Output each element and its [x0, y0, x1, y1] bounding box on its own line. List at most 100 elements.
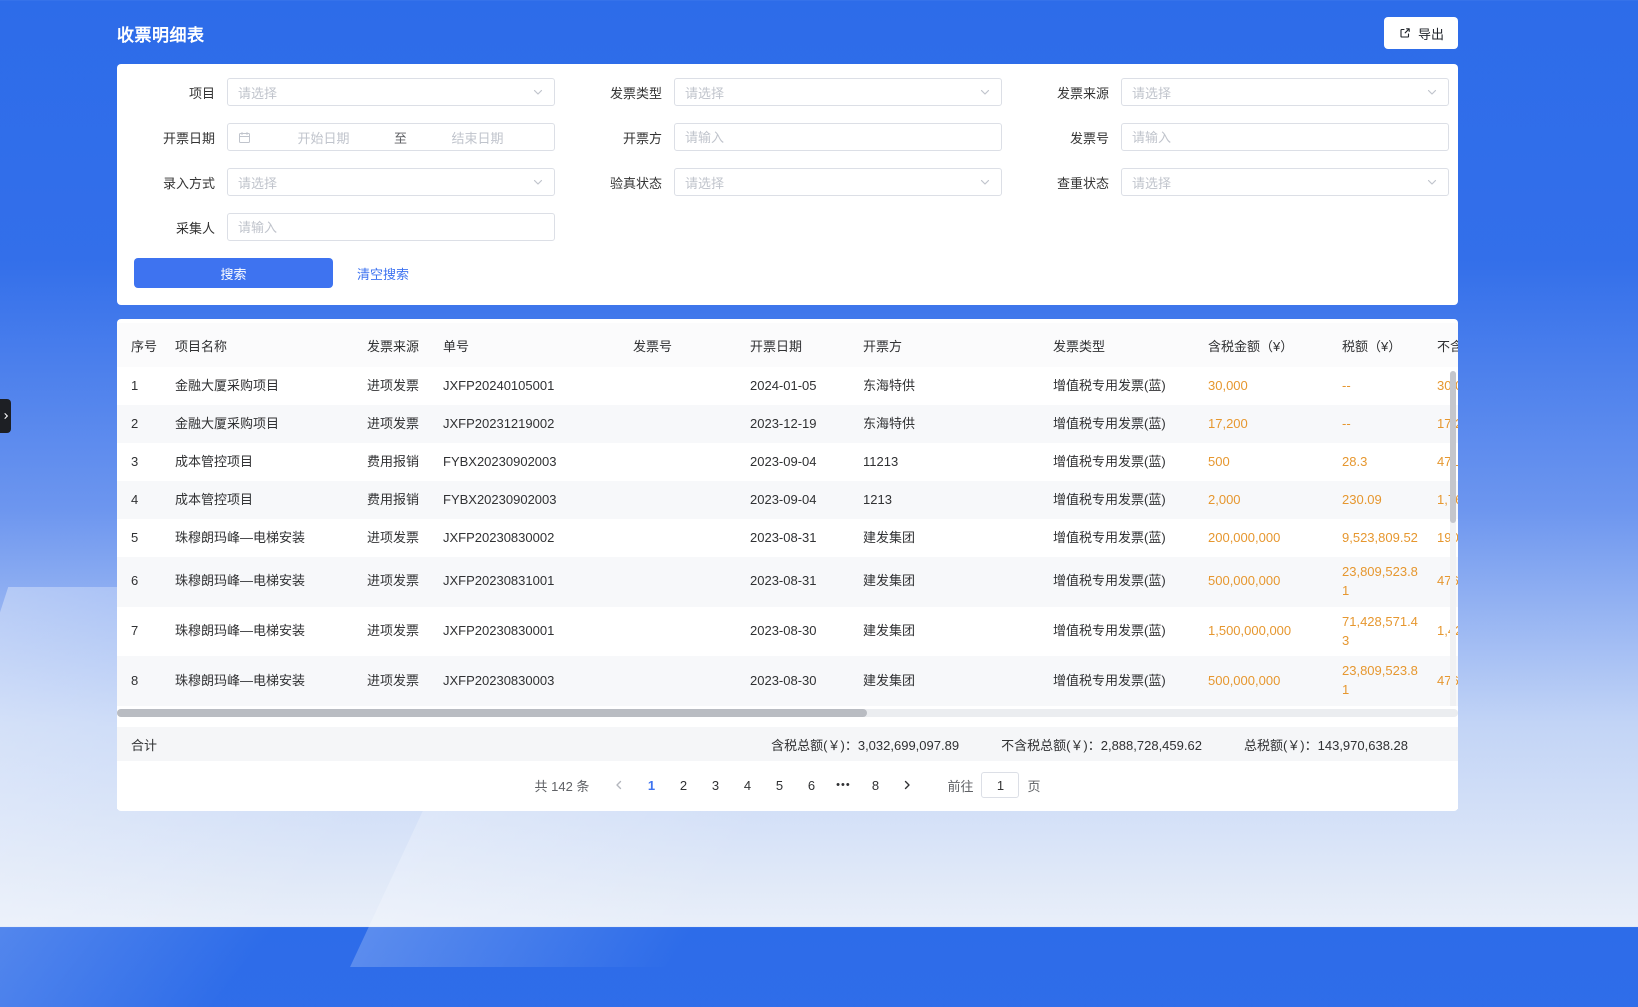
duplicate-check-select[interactable]: 请选择 [1121, 168, 1449, 196]
verification-status-select[interactable]: 请选择 [674, 168, 1002, 196]
invoice-type-select[interactable]: 请选择 [674, 78, 1002, 106]
table-row: 6珠穆朗玛峰—电梯安装进项发票JXFP202308310012023-08-31… [117, 557, 1458, 607]
summary-value: 3,032,699,097.89 [858, 738, 959, 753]
invoice-source-select[interactable]: 请选择 [1121, 78, 1449, 106]
page-button-2[interactable]: 2 [669, 771, 697, 799]
cell-order_no: JXFP20231219002 [435, 405, 625, 443]
summary-total-tax: 总税额(￥)：143,970,638.28 [1244, 735, 1408, 754]
cell-order_no: JXFP20230830002 [435, 519, 625, 557]
table-row: 1金融大厦采购项目进项发票JXFP202401050012024-01-05东海… [117, 367, 1458, 405]
cell-tax: 9,523,809.52 [1334, 519, 1429, 557]
cell-project: 珠穆朗玛峰—电梯安装 [167, 656, 359, 706]
cell-seq: 6 [117, 557, 167, 607]
table-card: 序号项目名称发票来源单号发票号开票日期开票方发票类型含税金额（¥）税额（¥）不含… [117, 319, 1458, 811]
cell-invoice_no [625, 367, 742, 405]
collector-input-label: 采集人 [117, 218, 215, 237]
column-header: 开票方 [855, 323, 1045, 367]
cell-tax: -- [1334, 367, 1429, 405]
filter-row: 开票日期开始日期至结束日期开票方发票号 [117, 123, 1458, 151]
cell-date: 2023-09-04 [742, 443, 855, 481]
table-row: 3成本管控项目费用报销FYBX202309020032023-09-041121… [117, 443, 1458, 481]
invoice-date-range-end[interactable]: 结束日期 [411, 128, 544, 147]
cell-date: 2023-08-30 [742, 607, 855, 657]
table-viewport: 序号项目名称发票来源单号发票号开票日期开票方发票类型含税金额（¥）税额（¥）不含… [117, 323, 1458, 706]
page-button-4[interactable]: 4 [733, 771, 761, 799]
collector-input[interactable] [238, 220, 544, 235]
page-button-8[interactable]: 8 [861, 771, 889, 799]
page-buttons: 123456•••8 [637, 771, 889, 799]
export-button[interactable]: 导出 [1384, 17, 1458, 49]
filter-field-issuer-input: 开票方 [564, 123, 1002, 151]
export-label: 导出 [1418, 24, 1444, 43]
topbar: 收票明细表 导出 [117, 0, 1458, 64]
issuer-input[interactable] [685, 130, 991, 145]
invoice-date-range[interactable]: 开始日期至结束日期 [227, 123, 555, 151]
cell-order_no: JXFP20240105001 [435, 367, 625, 405]
issuer-input-wrap [674, 123, 1002, 151]
next-page-button[interactable] [893, 771, 921, 799]
cell-source: 进项发票 [359, 557, 435, 607]
cell-amount_with_tax: 500 [1200, 443, 1334, 481]
column-header: 发票类型 [1045, 323, 1200, 367]
cell-amount_with_tax: 1,500,000,000 [1200, 607, 1334, 657]
calendar-icon [238, 131, 251, 144]
cell-date: 2023-09-04 [742, 481, 855, 519]
filter-field-entry-method-select: 录入方式请选择 [117, 168, 555, 196]
cell-type: 增值税专用发票(蓝) [1045, 607, 1200, 657]
filter-field-project-select: 项目请选择 [117, 78, 555, 106]
invoice-date-range-start[interactable]: 开始日期 [257, 128, 390, 147]
filter-actions: 搜索 清空搜索 [117, 258, 1458, 288]
goto-page-input[interactable] [981, 772, 1019, 798]
vertical-scrollbar-thumb[interactable] [1450, 371, 1456, 523]
entry-method-select[interactable]: 请选择 [227, 168, 555, 196]
cell-invoice_no [625, 519, 742, 557]
summary-value: 143,970,638.28 [1318, 738, 1408, 753]
cell-issuer: 建发集团 [855, 656, 1045, 706]
filter-field-duplicate-check-select: 查重状态请选择 [1011, 168, 1449, 196]
filter-panel: 项目请选择发票类型请选择发票来源请选择开票日期开始日期至结束日期开票方发票号录入… [117, 64, 1458, 305]
page-button-5[interactable]: 5 [765, 771, 793, 799]
entry-method-select-label: 录入方式 [117, 173, 215, 192]
cell-type: 增值税专用发票(蓝) [1045, 519, 1200, 557]
cell-source: 进项发票 [359, 607, 435, 657]
cell-seq: 1 [117, 367, 167, 405]
goto-suffix: 页 [1027, 776, 1040, 795]
filter-field-invoice-number-input: 发票号 [1011, 123, 1449, 151]
summary-values: 含税总额(￥)：3,032,699,097.89 不含税总额(￥)：2,888,… [771, 735, 1408, 754]
page-button-1[interactable]: 1 [637, 771, 665, 799]
search-button[interactable]: 搜索 [134, 258, 333, 288]
filter-field-collector-input: 采集人 [117, 213, 555, 241]
cell-amount_with_tax: 200,000,000 [1200, 519, 1334, 557]
invoice-number-input[interactable] [1132, 130, 1438, 145]
cell-source: 进项发票 [359, 519, 435, 557]
cell-seq: 4 [117, 481, 167, 519]
cell-type: 增值税专用发票(蓝) [1045, 443, 1200, 481]
horizontal-scrollbar[interactable] [117, 709, 1458, 717]
goto-prefix: 前往 [947, 776, 973, 795]
cell-source: 进项发票 [359, 367, 435, 405]
horizontal-scrollbar-thumb[interactable] [117, 709, 867, 717]
cell-date: 2023-08-31 [742, 519, 855, 557]
issuer-input-label: 开票方 [564, 128, 662, 147]
vertical-scrollbar[interactable] [1450, 371, 1456, 706]
page-ellipsis[interactable]: ••• [829, 771, 857, 799]
clear-search-link[interactable]: 清空搜索 [357, 264, 409, 283]
table-row: 7珠穆朗玛峰—电梯安装进项发票JXFP202308300012023-08-30… [117, 607, 1458, 657]
cell-amount_with_tax: 30,000 [1200, 367, 1334, 405]
drawer-handle[interactable] [0, 399, 11, 433]
cell-source: 进项发票 [359, 405, 435, 443]
cell-project: 珠穆朗玛峰—电梯安装 [167, 557, 359, 607]
project-select[interactable]: 请选择 [227, 78, 555, 106]
prev-page-button[interactable] [605, 771, 633, 799]
cell-date: 2023-08-31 [742, 557, 855, 607]
summary-amount-with-tax: 含税总额(￥)：3,032,699,097.89 [771, 735, 959, 754]
page-button-6[interactable]: 6 [797, 771, 825, 799]
filter-field-invoice-type-select: 发票类型请选择 [564, 78, 1002, 106]
invoice-number-input-wrap [1121, 123, 1449, 151]
duplicate-check-select-placeholder: 请选择 [1132, 173, 1420, 192]
cell-source: 进项发票 [359, 656, 435, 706]
summary-label: 总税额(￥)： [1244, 738, 1318, 753]
page-button-3[interactable]: 3 [701, 771, 729, 799]
column-header: 含税金额（¥） [1200, 323, 1334, 367]
chevron-down-icon [532, 176, 544, 188]
